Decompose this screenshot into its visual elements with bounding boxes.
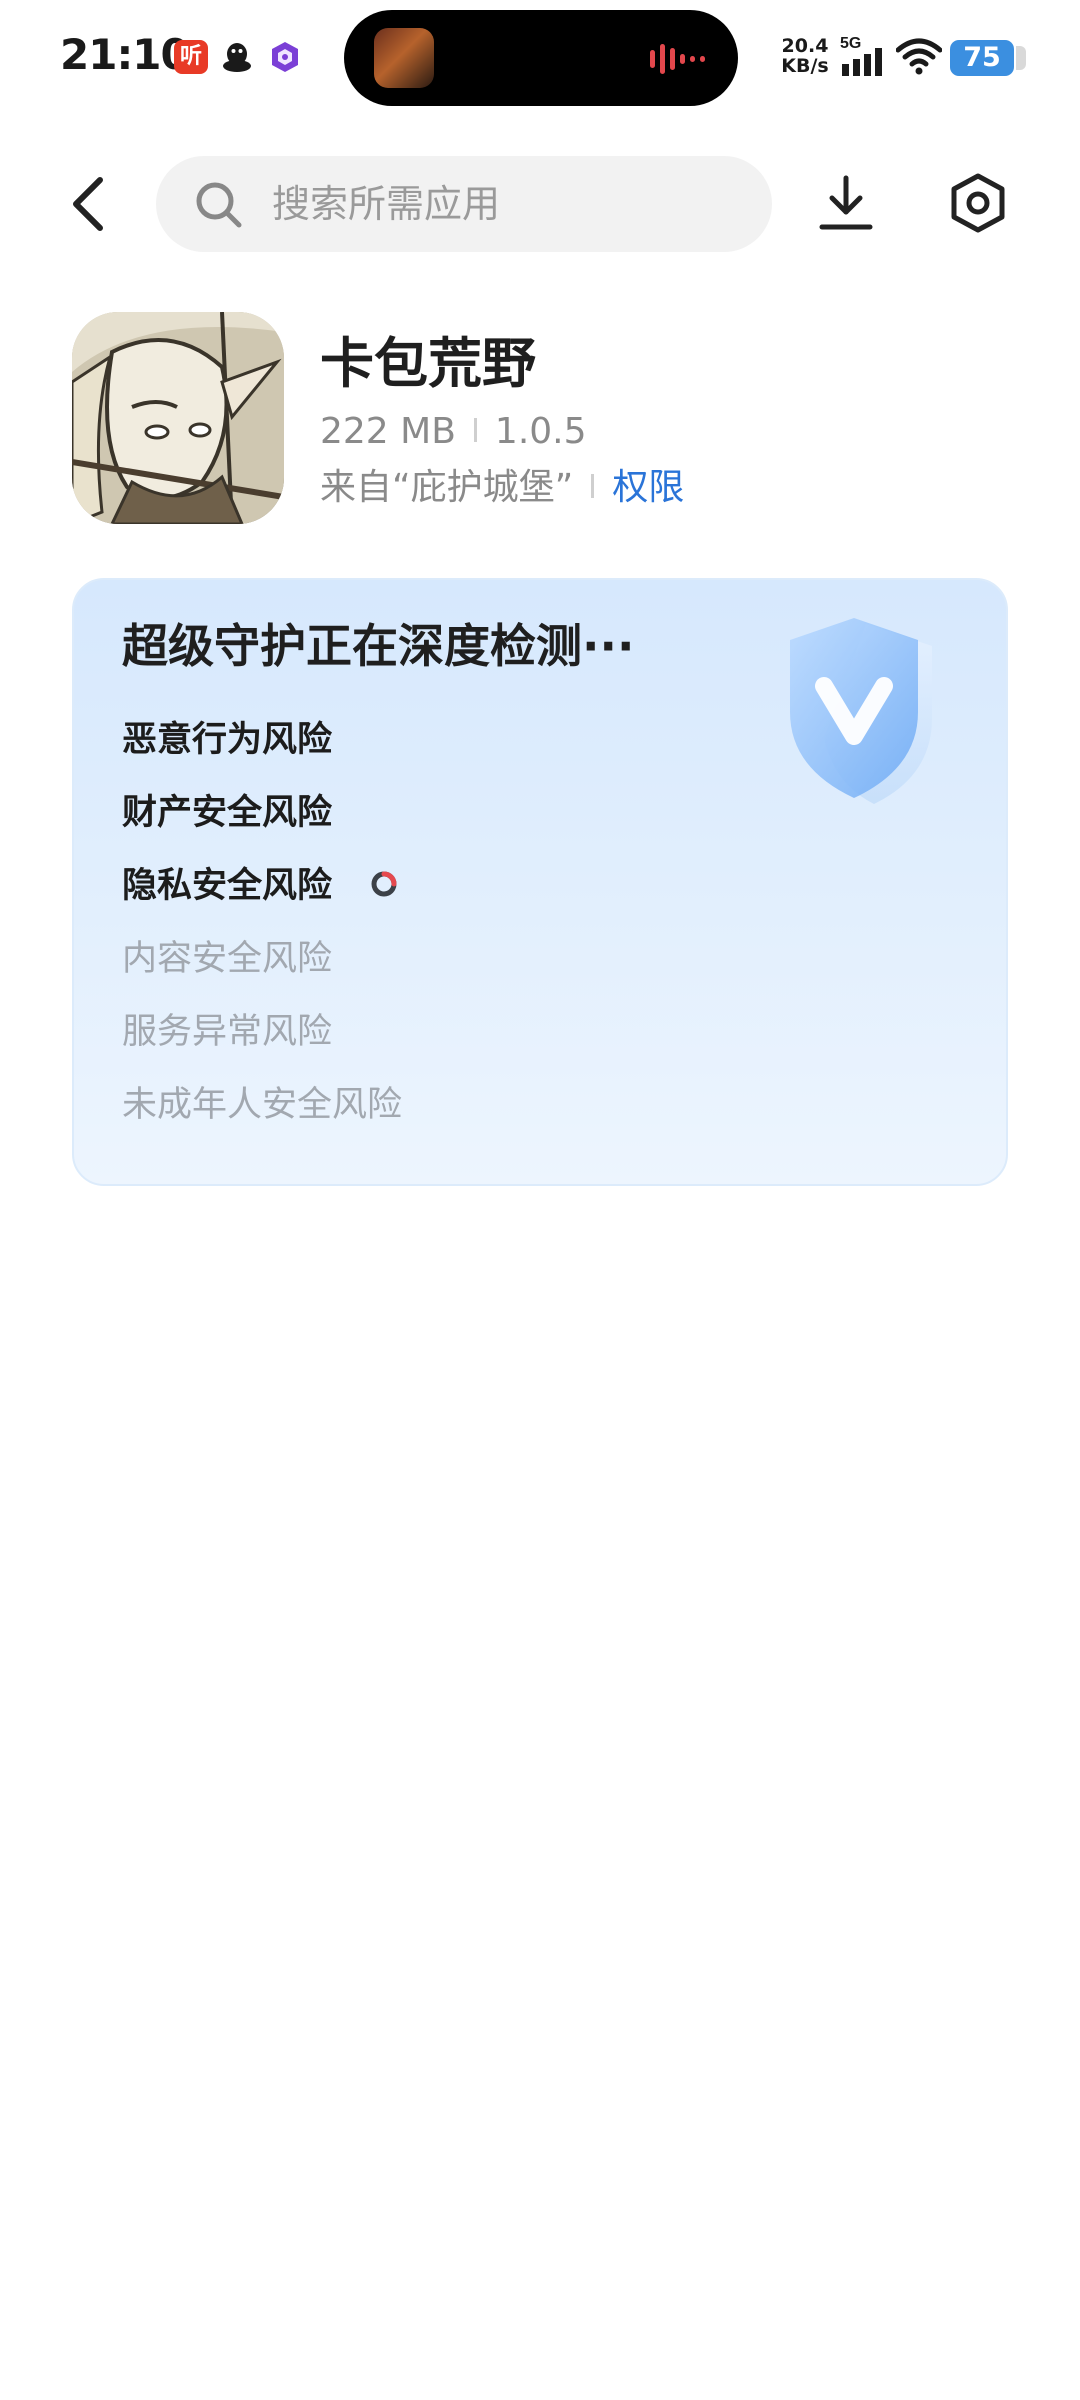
app-version: 1.0.5 — [494, 411, 587, 452]
app-size: 222 MB — [320, 411, 456, 452]
search-placeholder: 搜索所需应用 — [272, 182, 501, 226]
risk-item-service-anomaly: 服务异常风险 — [122, 1004, 402, 1077]
download-icon[interactable] — [818, 174, 874, 232]
app-name: 卡包荒野 — [320, 332, 536, 395]
risk-item-label: 服务异常风险 — [122, 1012, 333, 1052]
scan-title: 超级守护正在深度检测··· — [122, 619, 635, 673]
network-speed: 20.4 KB/s — [780, 36, 830, 76]
status-bar: 21:10 听 20.4 KB/s 5G 75 — [0, 0, 1080, 116]
media-waveform-icon — [650, 44, 705, 74]
app-source-row: 来自“庇护城堡” 权限 — [320, 464, 684, 512]
risk-item-label: 内容安全风险 — [122, 939, 333, 979]
app-icon-art — [72, 312, 284, 524]
settings-hexagon-icon[interactable] — [948, 172, 1008, 234]
risk-item-malicious-behavior: 恶意行为风险 — [122, 712, 402, 785]
media-artwork — [374, 28, 434, 88]
search-input[interactable]: 搜索所需应用 — [156, 156, 772, 252]
app-source: 来自“庇护城堡” — [320, 467, 574, 508]
app-icon — [72, 312, 284, 524]
dynamic-island[interactable] — [344, 10, 738, 106]
risk-item-label: 恶意行为风险 — [122, 720, 333, 760]
risk-item-privacy-safety: 隐私安全风险 — [122, 858, 402, 931]
battery-level: 75 — [950, 40, 1014, 76]
permissions-link[interactable]: 权限 — [612, 467, 684, 508]
signal-icon: 5G — [840, 35, 882, 76]
search-icon — [196, 182, 242, 228]
status-time: 21:10 — [60, 30, 190, 79]
risk-item-property-safety: 财产安全风险 — [122, 785, 402, 858]
loading-spinner-icon — [371, 871, 397, 897]
risk-list: 恶意行为风险 财产安全风险 隐私安全风险 内容安全风险 服务异常风险 未成年人安… — [122, 712, 402, 1150]
qq-icon — [223, 43, 251, 72]
listen-app-icon: 听 — [174, 40, 208, 74]
risk-item-label: 未成年人安全风险 — [122, 1085, 403, 1125]
back-arrow-icon[interactable] — [64, 174, 112, 234]
security-scan-card: 超级守护正在深度检测··· 恶意行为风险 财产安全风险 隐私安全风险 内容安全风… — [72, 578, 1008, 1186]
network-type-label: 5G — [840, 35, 861, 52]
v-shield-icon — [790, 618, 932, 804]
risk-item-label: 财产安全风险 — [122, 793, 333, 833]
source-divider — [591, 474, 595, 498]
purple-app-icon — [272, 42, 298, 72]
battery-cap — [1016, 46, 1026, 70]
network-speed-value: 20.4 — [781, 35, 829, 57]
risk-item-content-safety: 内容安全风险 — [122, 931, 402, 1004]
battery-icon: 75 — [950, 40, 1026, 76]
network-speed-unit: KB/s — [781, 55, 829, 77]
risk-item-minor-safety: 未成年人安全风险 — [122, 1077, 402, 1150]
risk-item-label: 隐私安全风险 — [122, 866, 333, 906]
wifi-icon — [896, 38, 942, 75]
app-meta: 222 MB 1.0.5 — [320, 408, 587, 456]
meta-divider — [473, 418, 477, 442]
